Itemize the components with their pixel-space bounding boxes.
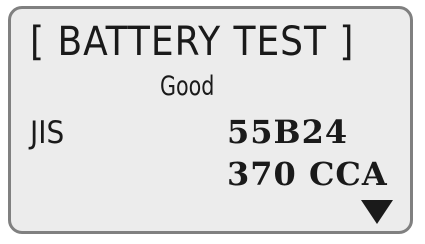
screen-title: [ BATTERY TEST ]: [30, 19, 355, 65]
down-triangle-icon[interactable]: [361, 200, 393, 224]
battery-standard-label: JIS: [30, 115, 65, 151]
test-result: Good: [160, 71, 215, 102]
battery-model: 55B24: [227, 113, 349, 151]
cca-rating: 370 CCA: [227, 155, 388, 193]
